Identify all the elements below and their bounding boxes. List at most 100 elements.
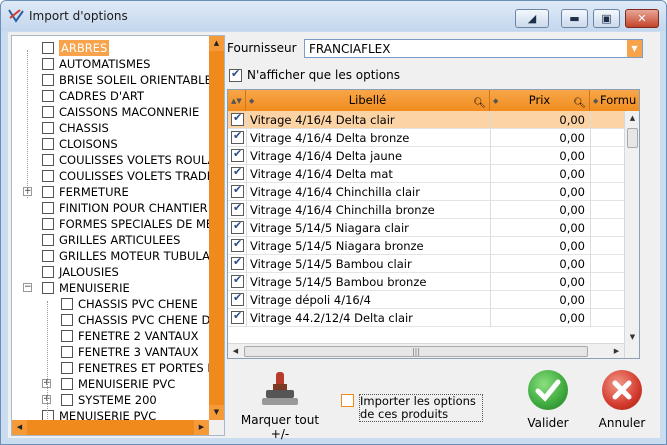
tree-item[interactable]: FENETRE 2 VANTAUX: [12, 328, 209, 344]
tree-item[interactable]: COULISSES VOLETS ROULANTS: [12, 152, 224, 168]
column-header-libelle[interactable]: ◆ Libellé 🔍︎: [246, 90, 490, 111]
tree-item[interactable]: BRISE SOLEIL ORIENTABLE: [12, 72, 212, 88]
mark-all-button[interactable]: Marquer tout +/-: [230, 370, 330, 441]
chevron-down-icon[interactable]: ▼: [627, 40, 642, 57]
filter-options-checkbox[interactable]: [229, 67, 242, 82]
tree-item-checkbox[interactable]: [61, 378, 73, 390]
tree-item-checkbox[interactable]: [42, 186, 54, 198]
tree-item[interactable]: + FERMETURE: [12, 184, 209, 200]
tree-item-checkbox[interactable]: [61, 298, 73, 310]
row-select-checkbox[interactable]: [231, 291, 244, 306]
select-column-header[interactable]: ▲▼: [228, 90, 246, 111]
tree-item[interactable]: CADRES D'ART: [12, 88, 209, 104]
tree-item[interactable]: FORMES SPECIALES DE MENUISERIE: [12, 216, 224, 232]
tree-vertical-scrollbar[interactable]: ▲ ▼: [209, 36, 224, 420]
tree-item-checkbox[interactable]: [42, 218, 54, 230]
tree-item[interactable]: ARBRES: [12, 40, 209, 56]
column-header-prix[interactable]: ◆ Prix 🔍︎: [490, 90, 590, 111]
row-select-checkbox[interactable]: [231, 183, 244, 198]
table-row[interactable]: Vitrage 4/16/4 Delta mat 0,00: [228, 165, 624, 183]
table-row[interactable]: Vitrage 4/16/4 Delta jaune 0,00: [228, 147, 624, 165]
system-menu-button[interactable]: ◢: [515, 9, 549, 28]
table-row[interactable]: Vitrage 5/14/5 Bambou clair 0,00: [228, 255, 624, 273]
row-select-checkbox[interactable]: [231, 237, 244, 252]
row-select-checkbox[interactable]: [231, 111, 244, 126]
tree-item[interactable]: FINITION POUR CHANTIER: [12, 200, 209, 216]
tree-item[interactable]: − MENUISERIE: [12, 280, 209, 296]
scroll-thumb[interactable]: |||: [244, 346, 588, 357]
tree-item-checkbox[interactable]: [42, 58, 54, 70]
scroll-down-icon[interactable]: ▼: [625, 330, 639, 345]
grid-vertical-scrollbar[interactable]: ▲ ▼: [624, 111, 639, 358]
tree-item-checkbox[interactable]: [42, 106, 54, 118]
tree-item[interactable]: + SYSTEME 200: [12, 392, 209, 408]
row-select-checkbox[interactable]: [231, 165, 244, 180]
annuler-button[interactable]: Annuler: [591, 370, 653, 432]
import-options-checkbox[interactable]: [341, 394, 354, 407]
scroll-up-icon[interactable]: ▲: [625, 111, 639, 126]
row-select-checkbox[interactable]: [231, 129, 244, 144]
table-row[interactable]: Vitrage 4/16/4 Delta bronze 0,00: [228, 129, 624, 147]
table-row[interactable]: Vitrage 4/16/4 Chinchilla bronze 0,00: [228, 201, 624, 219]
tree-item-checkbox[interactable]: [42, 74, 54, 86]
row-select-checkbox[interactable]: [231, 273, 244, 288]
tree-item[interactable]: GRILLES MOTEUR TUBULAIRE: [12, 248, 224, 264]
tree-item[interactable]: CAISSONS MACONNERIE: [12, 104, 209, 120]
tree-item-checkbox[interactable]: [42, 170, 54, 182]
minimize-button[interactable]: ▬: [561, 9, 588, 28]
scroll-down-icon[interactable]: ▼: [209, 405, 224, 420]
table-row[interactable]: Vitrage 5/14/5 Niagara clair 0,00: [228, 219, 624, 237]
tree-item[interactable]: CLOISONS: [12, 136, 209, 152]
close-button[interactable]: ✕: [625, 9, 659, 28]
row-select-checkbox[interactable]: [231, 309, 244, 324]
tree-item[interactable]: CHASSIS: [12, 120, 209, 136]
tree-item-checkbox[interactable]: [42, 202, 54, 214]
scroll-left-icon[interactable]: ◀: [12, 420, 27, 435]
tree-item[interactable]: JALOUSIES: [12, 264, 209, 280]
tree-item-checkbox[interactable]: [42, 282, 54, 294]
tree-item-checkbox[interactable]: [61, 394, 73, 406]
tree-item-checkbox[interactable]: [42, 90, 54, 102]
column-header-formule[interactable]: ◆ Formu: [590, 90, 639, 111]
row-select-checkbox[interactable]: [231, 255, 244, 270]
table-row[interactable]: Vitrage 5/14/5 Bambou bronze 0,00: [228, 273, 624, 291]
scroll-up-icon[interactable]: ▲: [209, 36, 224, 51]
tree-horizontal-scrollbar[interactable]: ◀ ▶: [12, 420, 224, 435]
tree-item-checkbox[interactable]: [61, 314, 73, 326]
row-select-checkbox[interactable]: [231, 219, 244, 234]
tree-item-checkbox[interactable]: [42, 154, 54, 166]
tree-item-checkbox[interactable]: [42, 122, 54, 134]
tree-item-checkbox[interactable]: [42, 234, 54, 246]
row-select-checkbox[interactable]: [231, 147, 244, 162]
scroll-left-icon[interactable]: ◀: [228, 344, 243, 358]
scroll-right-icon[interactable]: ▶: [609, 344, 624, 358]
tree-item[interactable]: COULISSES VOLETS TRADITIONNELS: [12, 168, 224, 184]
tree-item[interactable]: AUTOMATISMES: [12, 56, 209, 72]
fournisseur-select[interactable]: FRANCIAFLEX ▼: [304, 39, 643, 58]
tree-item-checkbox[interactable]: [42, 266, 54, 278]
tree-item[interactable]: + MENUISERIE PVC: [12, 376, 209, 392]
table-row[interactable]: Vitrage dépoli 4/16/4 0,00: [228, 291, 624, 309]
table-row[interactable]: Vitrage 4/16/4 Chinchilla clair 0,00: [228, 183, 624, 201]
collapse-icon[interactable]: −: [23, 283, 32, 292]
scroll-thumb[interactable]: [627, 128, 638, 148]
row-select-checkbox[interactable]: [231, 201, 244, 216]
table-row[interactable]: Vitrage 44.2/12/4 Delta clair 0,00: [228, 309, 624, 327]
valider-button[interactable]: Valider: [517, 370, 579, 432]
tree-item[interactable]: FENETRE 3 VANTAUX: [12, 344, 209, 360]
tree-item-checkbox[interactable]: [42, 138, 54, 150]
tree-item[interactable]: CHASSIS PVC CHENE DORE: [12, 312, 224, 328]
scroll-right-icon[interactable]: ▶: [194, 420, 209, 435]
table-row[interactable]: Vitrage 5/14/5 Niagara bronze 0,00: [228, 237, 624, 255]
grid-horizontal-scrollbar[interactable]: ◀ ||| ▶: [228, 343, 624, 358]
tree-item[interactable]: CHASSIS PVC CHENE: [12, 296, 209, 312]
tree-item-checkbox[interactable]: [61, 346, 73, 358]
tree-item-checkbox[interactable]: [42, 42, 54, 54]
tree-item-checkbox[interactable]: [61, 330, 73, 342]
tree-item[interactable]: FENETRES ET PORTES FENETRES: [12, 360, 224, 376]
table-row[interactable]: Vitrage 4/16/4 Delta clair 0,00: [228, 111, 624, 129]
tree-item-checkbox[interactable]: [42, 250, 54, 262]
maximize-button[interactable]: ▣: [593, 9, 620, 28]
tree-item-checkbox[interactable]: [61, 362, 73, 374]
tree-item[interactable]: GRILLES ARTICULEES: [12, 232, 209, 248]
